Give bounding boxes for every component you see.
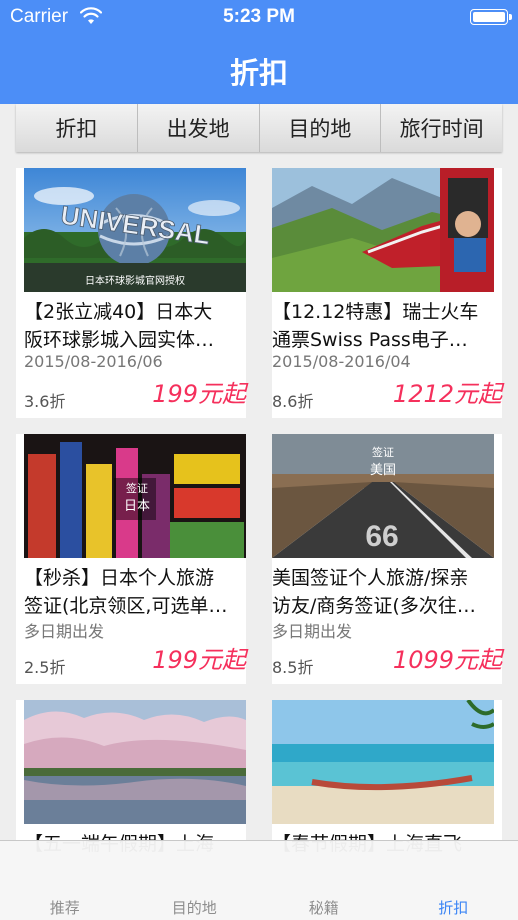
product-image: UNIVERSAL 日本环球影城官网授权 bbox=[24, 168, 246, 292]
product-title: 【12.12特惠】瑞士火车 通票Swiss Pass电子… bbox=[272, 301, 479, 351]
product-title: 【秒杀】日本个人旅游 签证(北京领区,可选单… bbox=[24, 567, 228, 617]
product-discount: 3.6折 bbox=[24, 392, 66, 411]
product-image: 签证 日本 bbox=[24, 434, 246, 558]
tab-bar: 推荐 目的地 秘籍 折扣 bbox=[0, 840, 518, 920]
clock: 5:23 PM bbox=[223, 6, 295, 27]
tab-destination[interactable]: 目的地 bbox=[130, 841, 260, 920]
product-image: 66 签证 美国 bbox=[272, 434, 494, 558]
product-price: 1099元起 bbox=[392, 646, 502, 674]
visa-tag-text: 签证 bbox=[372, 445, 394, 459]
product-card[interactable]: 66 签证 美国 美国签证个人旅游/探亲 访友/商务签证(多次往… 多日期出发 … bbox=[272, 434, 502, 684]
product-card[interactable]: UNIVERSAL 日本环球影城官网授权 【2张立减40】日本大 阪环球影城入园… bbox=[16, 168, 246, 418]
tab-tips[interactable]: 秘籍 bbox=[259, 841, 389, 920]
product-price: 1212元起 bbox=[392, 380, 502, 408]
tab-discount[interactable]: 折扣 bbox=[389, 841, 518, 920]
product-title: 美国签证个人旅游/探亲 访友/商务签证(多次往… bbox=[272, 567, 476, 617]
product-card[interactable]: 签证 日本 【秒杀】日本个人旅游 签证(北京领区,可选单… 多日期出发 2.5折… bbox=[16, 434, 246, 684]
filter-travel-time[interactable]: 旅行时间 bbox=[381, 104, 502, 152]
product-discount: 8.6折 bbox=[272, 392, 314, 411]
visa-country-text: 日本 bbox=[124, 499, 150, 514]
filter-departure[interactable]: 出发地 bbox=[137, 104, 260, 152]
product-date: 多日期出发 bbox=[24, 622, 105, 641]
product-price: 199元起 bbox=[152, 380, 246, 408]
image-caption-text: 日本环球影城官网授权 bbox=[85, 274, 185, 287]
product-date: 多日期出发 bbox=[272, 622, 353, 641]
visa-tag-text: 签证 bbox=[126, 481, 148, 495]
status-bar: Carrier 5:23 PM bbox=[0, 0, 518, 38]
product-title: 【2张立减40】日本大 阪环球影城入园实体… bbox=[24, 301, 215, 351]
product-image bbox=[272, 700, 494, 824]
product-date: 2015/08-2016/04 bbox=[272, 352, 411, 371]
product-price: 199元起 bbox=[152, 646, 246, 674]
filter-destination[interactable]: 目的地 bbox=[259, 104, 382, 152]
page-title: 折扣 bbox=[229, 56, 288, 90]
product-discount: 8.5折 bbox=[272, 658, 314, 677]
filter-bar: 折扣 出发地 目的地 旅行时间 bbox=[16, 104, 502, 152]
product-discount: 2.5折 bbox=[24, 658, 66, 677]
battery-icon bbox=[470, 9, 512, 25]
product-image bbox=[24, 700, 246, 824]
product-card[interactable]: 【12.12特惠】瑞士火车 通票Swiss Pass电子… 2015/08-20… bbox=[272, 168, 502, 418]
product-image bbox=[272, 168, 494, 292]
product-date: 2015/08-2016/06 bbox=[24, 352, 163, 371]
tab-recommend[interactable]: 推荐 bbox=[0, 841, 130, 920]
visa-country-text: 美国 bbox=[370, 463, 396, 478]
filter-discount[interactable]: 折扣 bbox=[16, 104, 138, 152]
navigation-bar: 折扣 bbox=[0, 38, 518, 104]
svg-text:66: 66 bbox=[365, 520, 398, 553]
